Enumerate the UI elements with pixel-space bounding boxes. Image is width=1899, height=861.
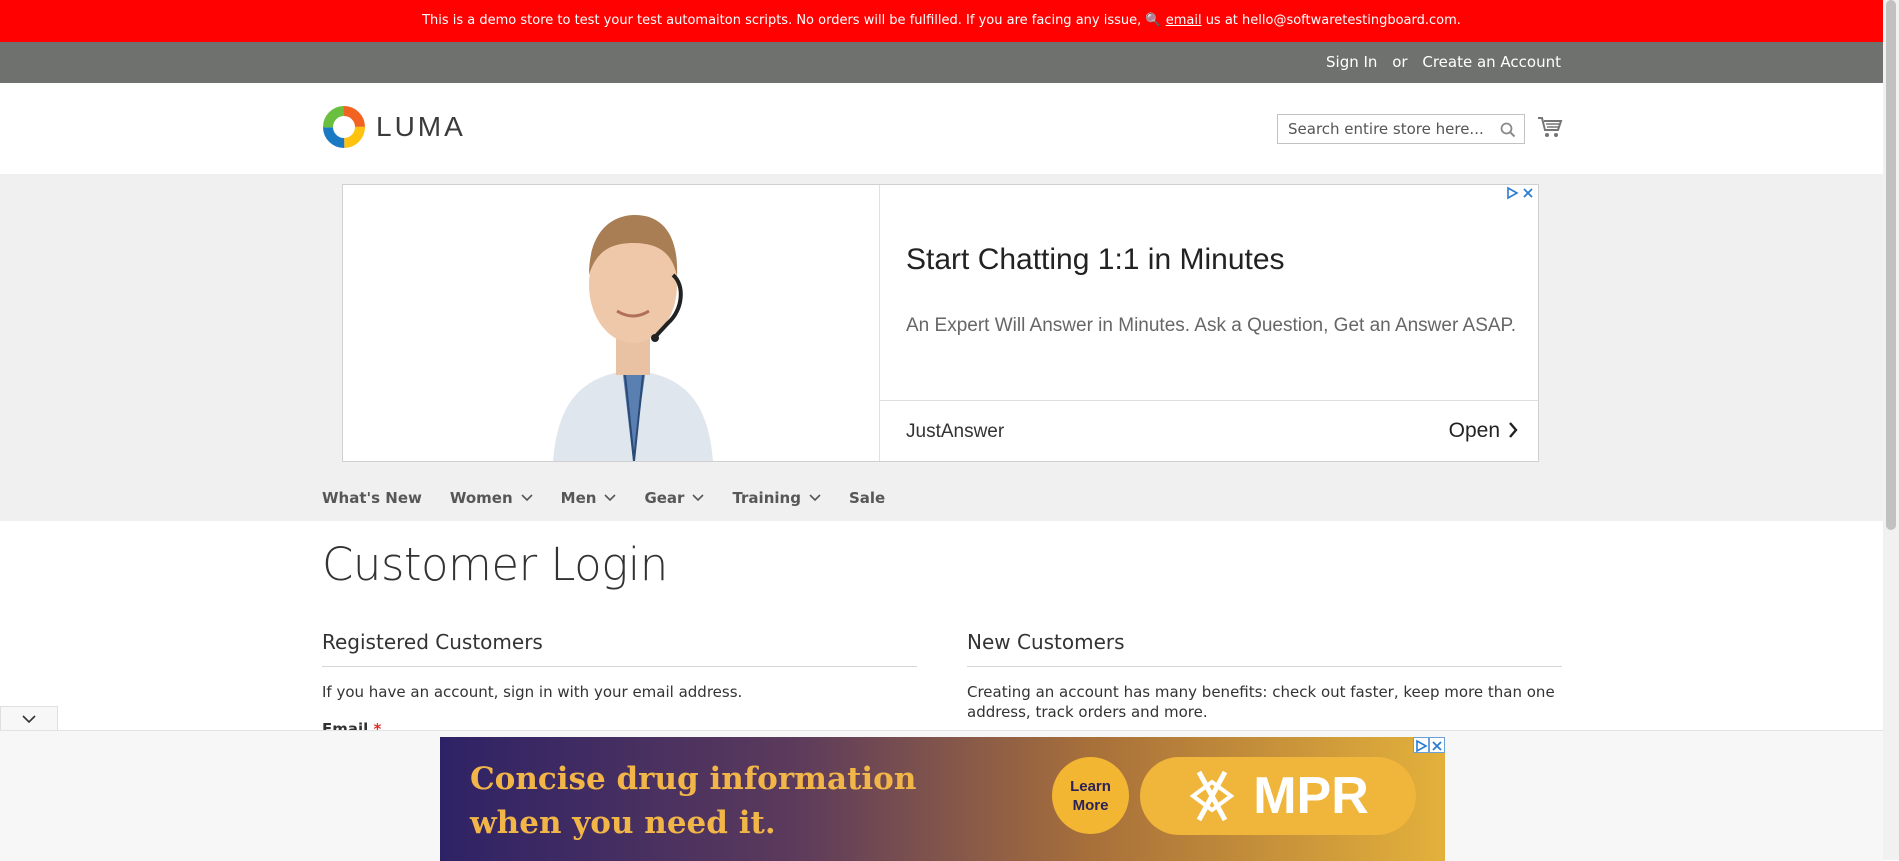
- close-icon[interactable]: [1521, 186, 1535, 200]
- create-account-link[interactable]: Create an Account: [1422, 53, 1561, 71]
- new-customers-divider: [967, 666, 1562, 667]
- ad-brand: JustAnswer: [906, 421, 1005, 442]
- sign-in-link[interactable]: Sign In: [1326, 53, 1377, 71]
- nav-item-men[interactable]: Men: [561, 489, 617, 507]
- magnifier-icon[interactable]: [1500, 122, 1516, 138]
- chevron-down-icon: [809, 494, 821, 502]
- bottom-advertisement[interactable]: Concise drug information when you need i…: [440, 737, 1445, 861]
- page-header: LUMA: [0, 83, 1883, 174]
- chevron-down-icon: [604, 494, 617, 502]
- nav-item-label: Sale: [848, 489, 886, 507]
- ad-open-button[interactable]: Open: [1449, 419, 1500, 443]
- vertical-scrollbar[interactable]: [1883, 0, 1899, 860]
- main-navigation: What's New Women Men Gear Training Sale: [322, 489, 913, 507]
- or-text: or: [1392, 53, 1408, 71]
- header-links: Sign In or Create an Account: [1316, 42, 1561, 83]
- close-icon[interactable]: [1429, 737, 1445, 753]
- logo[interactable]: LUMA: [322, 105, 466, 149]
- search-box[interactable]: [1277, 114, 1525, 144]
- registered-customers-title: Registered Customers: [322, 630, 543, 654]
- demo-notice-text-end: us at hello@softwaretestingboard.com.: [1201, 13, 1461, 28]
- registered-divider: [322, 666, 917, 667]
- new-customers-text: Creating an account has many benefits: c…: [967, 683, 1555, 721]
- adchoices-icon[interactable]: [1413, 737, 1429, 753]
- demo-notice-text: This is a demo store to test your test a…: [422, 13, 1166, 28]
- chevron-down-icon: [521, 494, 533, 502]
- mpr-logo: MPR: [1140, 757, 1416, 835]
- nav-item-whats-new[interactable]: What's New: [322, 489, 422, 507]
- page-title: Customer Login: [322, 538, 668, 591]
- ad-description: An Expert Will Answer in Minutes. Ask a …: [906, 315, 1517, 336]
- learn-more-button[interactable]: Learn More: [1052, 757, 1129, 834]
- ad-choice-controls: [1505, 186, 1535, 200]
- shopping-cart-icon[interactable]: [1537, 115, 1563, 139]
- top-advertisement[interactable]: Start Chatting 1:1 in Minutes An Expert …: [342, 184, 1539, 462]
- chevron-down-icon[interactable]: [22, 715, 36, 724]
- ad-title[interactable]: Start Chatting 1:1 in Minutes: [906, 243, 1285, 277]
- chevron-down-icon: [692, 494, 705, 502]
- sticky-ad-toggle[interactable]: [0, 706, 58, 731]
- mpr-logo-text: MPR: [1253, 767, 1369, 825]
- nav-item-label: Training: [732, 489, 801, 507]
- nav-item-gear[interactable]: Gear: [644, 489, 705, 507]
- luma-logo-icon: [323, 106, 365, 148]
- new-customers-title: New Customers: [967, 630, 1125, 654]
- support-agent-illustration: [343, 185, 879, 461]
- nav-item-label: What's New: [322, 489, 422, 507]
- nav-item-training[interactable]: Training: [732, 489, 821, 507]
- ad-image: [343, 185, 879, 461]
- adchoices-icon[interactable]: [1505, 186, 1519, 200]
- registered-text: If you have an account, sign in with you…: [322, 683, 743, 701]
- logo-text: LUMA: [376, 111, 466, 142]
- nav-item-label: Women: [449, 489, 513, 507]
- bottom-ad-choice-controls: [1413, 737, 1445, 753]
- scrollbar-thumb[interactable]: [1886, 0, 1896, 530]
- panel-header: Sign In or Create an Account: [0, 42, 1883, 83]
- chevron-right-icon[interactable]: [1508, 421, 1518, 439]
- nav-item-label: Men: [560, 489, 597, 507]
- nav-item-label: Gear: [644, 489, 685, 507]
- nav-item-sale[interactable]: Sale: [849, 489, 885, 507]
- sticky-ad-bar: Concise drug information when you need i…: [0, 730, 1883, 861]
- ad-content: Start Chatting 1:1 in Minutes An Expert …: [879, 185, 1538, 461]
- nav-section: Start Chatting 1:1 in Minutes An Expert …: [0, 174, 1883, 521]
- demo-notice-email-link[interactable]: email: [1166, 13, 1202, 28]
- search-input[interactable]: [1278, 115, 1498, 143]
- mpr-logo-icon: [1189, 770, 1235, 822]
- bottom-ad-text: Concise drug information when you need i…: [470, 761, 917, 841]
- ad-divider: [880, 400, 1538, 401]
- demo-notice-bar: This is a demo store to test your test a…: [0, 0, 1883, 42]
- nav-item-women[interactable]: Women: [450, 489, 533, 507]
